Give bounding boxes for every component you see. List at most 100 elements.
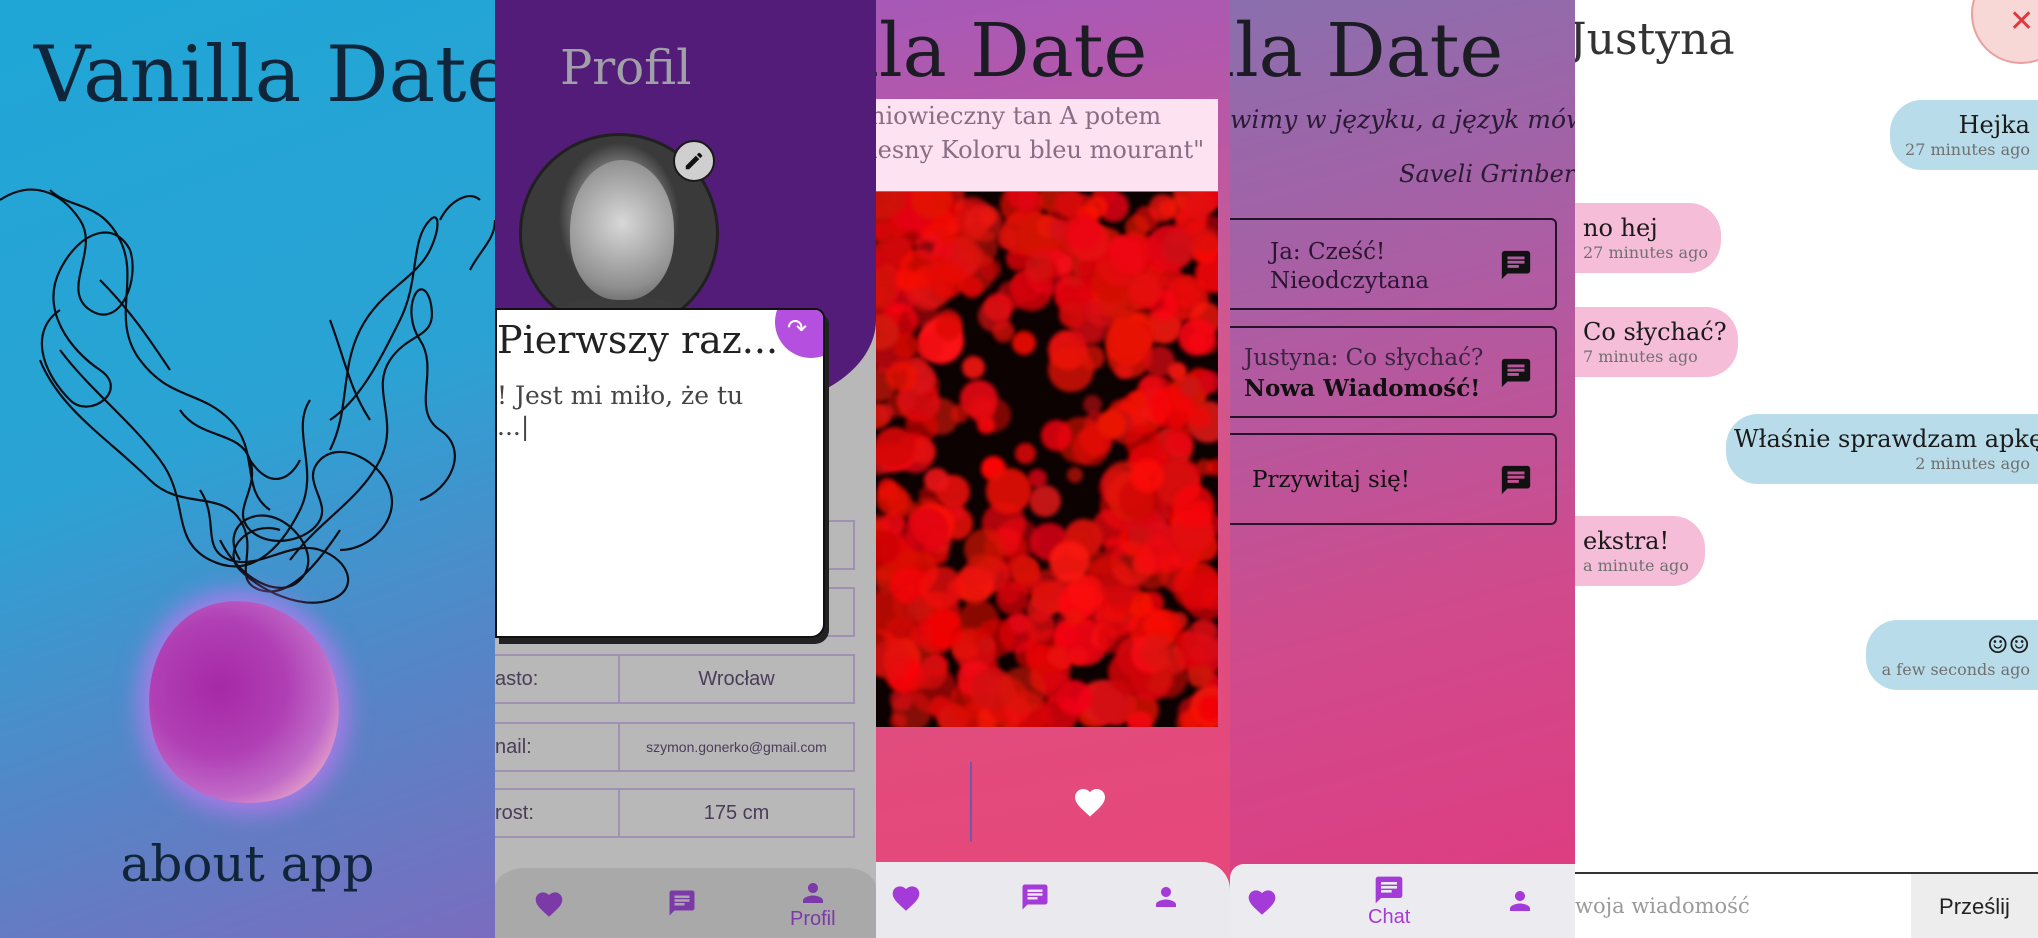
texture-dot	[1189, 406, 1211, 429]
message-text: Hejka	[1958, 111, 2030, 139]
texture-dot	[1179, 376, 1201, 398]
about-app-link[interactable]: about app	[0, 835, 495, 893]
nav-chat-label: Chat	[1368, 906, 1411, 928]
quote-author: Saveli Grinberg	[1399, 160, 1575, 188]
quote-line: niowieczny tan A potem	[876, 102, 1162, 130]
page-title: Profil	[560, 40, 692, 96]
message-bubble: ☺☺ a few seconds ago	[1866, 620, 2038, 690]
match-photo[interactable]	[876, 192, 1218, 727]
texture-dot	[914, 232, 942, 260]
texture-dot	[1128, 390, 1146, 408]
nav-profile-label: Profil	[790, 908, 836, 930]
texture-dot	[1173, 485, 1216, 528]
chat-item[interactable]: Justyna: Co słychać? Nowa Wiadomość!	[1230, 326, 1557, 418]
texture-dot	[1066, 215, 1102, 251]
person-icon[interactable]	[1505, 886, 1535, 916]
message-time: 27 minutes ago	[1583, 243, 1708, 262]
splash-screen: Vanilla Date about app	[0, 0, 495, 938]
texture-dot	[1177, 318, 1216, 357]
texture-dot	[1182, 572, 1218, 621]
texture-dot	[1129, 274, 1161, 306]
chat-item-line2: Nowa Wiadomość!	[1244, 375, 1481, 402]
profile-field-height[interactable]: rost: 175 cm	[495, 788, 855, 838]
nav-chat[interactable]: Chat	[1368, 874, 1410, 929]
texture-dot	[1041, 670, 1073, 702]
texture-dot	[999, 217, 1036, 253]
field-value: 175 cm	[703, 801, 770, 824]
field-label: rost:	[495, 790, 620, 836]
dialog-textarea[interactable]: ! Jest mi miło, że tu ...|	[497, 380, 743, 442]
texture-dot	[985, 467, 1033, 515]
message-bubble: ekstra! a minute ago	[1575, 516, 1705, 586]
texture-dot	[1198, 696, 1218, 721]
profile-screen: Profil asto: Wrocław nail: szymon.gonerk…	[495, 0, 876, 938]
heart-icon[interactable]	[533, 888, 565, 918]
close-button[interactable]: ✕	[1971, 0, 2038, 64]
texture-dot	[1048, 540, 1091, 583]
chat-item[interactable]: Przywitaj się!	[1230, 433, 1557, 525]
chat-icon[interactable]	[1020, 882, 1050, 912]
message-text: ☺☺	[1986, 631, 2030, 659]
chat-item-line1: Przywitaj się!	[1252, 467, 1411, 493]
chat-item-line1: Ja: Cześć!	[1270, 239, 1386, 265]
texture-dot	[898, 392, 916, 410]
app-title: nilla Date	[876, 8, 1148, 94]
message-text: ekstra!	[1583, 527, 1670, 555]
texture-dot	[998, 667, 1046, 715]
field-value: szymon.gonerko@gmail.com	[646, 739, 827, 755]
texture-dot	[919, 565, 963, 610]
redo-arrow-icon[interactable]: ↷	[775, 310, 823, 358]
message-icon	[1499, 356, 1533, 396]
message-bubble: Właśnie sprawdzam apkę 2 minutes ago	[1726, 414, 2038, 484]
pencil-icon[interactable]	[673, 140, 715, 182]
divider	[970, 762, 972, 842]
nav-profile[interactable]: Profil	[790, 878, 836, 931]
texture-dot	[1186, 662, 1213, 688]
texture-dot	[950, 404, 969, 423]
texture-dot	[904, 508, 950, 553]
heart-icon[interactable]	[1072, 784, 1108, 822]
texture-dot	[1097, 409, 1127, 439]
texture-dot	[1067, 647, 1087, 667]
texture-dot	[977, 636, 995, 655]
message-icon	[1499, 463, 1533, 503]
message-input[interactable]: woja wiadomość	[1575, 894, 1750, 918]
message-composer: woja wiadomość Prześlij	[1575, 872, 2038, 938]
person-icon[interactable]	[1151, 882, 1181, 912]
texture-dot	[916, 333, 943, 361]
texture-dot	[1080, 345, 1106, 371]
chat-icon[interactable]	[667, 888, 697, 918]
profile-field-email[interactable]: nail: szymon.gonerko@gmail.com	[495, 722, 855, 772]
texture-dot	[876, 403, 895, 422]
send-button[interactable]: Prześlij	[1911, 874, 2038, 938]
message-text: Co słychać?	[1583, 318, 1727, 346]
heart-icon[interactable]	[1246, 886, 1278, 916]
chat-icon	[1375, 876, 1403, 904]
bottom-nav: Chat	[1230, 864, 1575, 938]
texture-dot	[962, 355, 986, 379]
quote-line: wimy w języku, a język mówi	[1230, 105, 1575, 134]
profile-field-city[interactable]: asto: Wrocław	[495, 654, 855, 704]
match-screen: nilla Date niowieczny tan A potem lesny …	[876, 0, 1230, 938]
texture-dot	[1130, 525, 1151, 546]
field-label: nail:	[495, 724, 620, 770]
texture-dot	[929, 260, 966, 298]
chat-item-line1: Justyna: Co słychać?	[1244, 345, 1484, 371]
dialog-title: Pierwszy raz...	[497, 318, 779, 362]
message-bubble: Co słychać? 7 minutes ago	[1575, 307, 1738, 377]
quote-box: niowieczny tan A potem lesny Koloru bleu…	[876, 99, 1218, 191]
field-value: Wrocław	[698, 667, 775, 690]
texture-dot	[915, 396, 938, 419]
conversation-title: Justyna	[1575, 14, 1735, 65]
chat-item[interactable]: Ja: Cześć! Nieodczytana	[1230, 218, 1557, 310]
texture-dot	[1025, 254, 1054, 282]
texture-dot	[1130, 459, 1164, 493]
heart-icon[interactable]	[890, 882, 922, 912]
app-title: Vanilla Date	[34, 30, 495, 120]
texture-dot	[958, 226, 998, 267]
texture-dot	[995, 582, 1030, 616]
texture-dot	[1085, 195, 1108, 218]
texture-dot	[1059, 301, 1086, 328]
person-icon	[802, 883, 823, 903]
texture-dot	[985, 297, 1008, 319]
